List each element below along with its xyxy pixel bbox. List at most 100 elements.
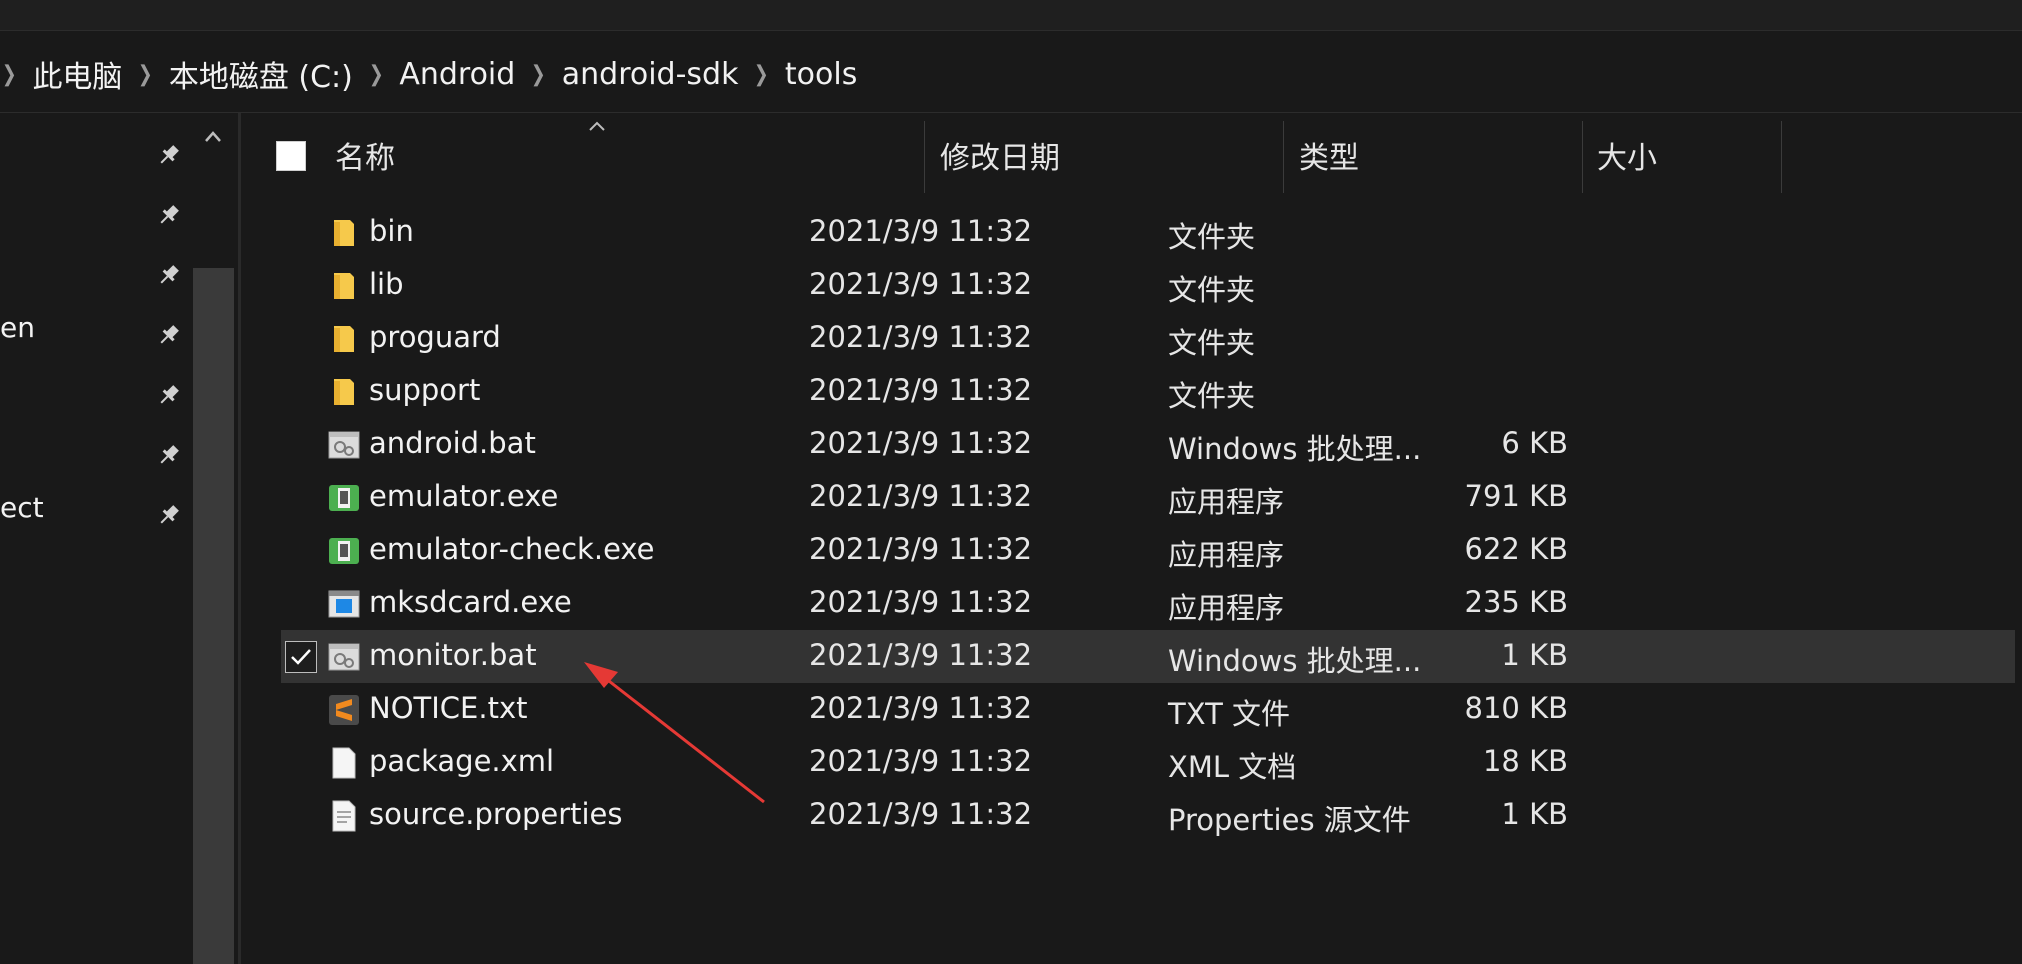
- file-name: bin: [369, 214, 414, 248]
- file-type: XML 文档: [1168, 750, 1297, 784]
- chevron-right-icon[interactable]: ❯: [138, 62, 153, 87]
- file-row[interactable]: emulator.exe 2021/3/9 11:32 应用程序 791 KB: [281, 471, 2015, 524]
- select-all-checkbox[interactable]: [276, 141, 306, 171]
- file-type: 应用程序: [1168, 485, 1285, 519]
- pin-icon[interactable]: [156, 202, 182, 228]
- file-type: 文件夹: [1168, 379, 1256, 413]
- file-modified-date: 2021/3/9 11:32: [809, 638, 1033, 672]
- breadcrumb-item-tools[interactable]: tools: [785, 57, 857, 92]
- chevron-right-icon[interactable]: ❯: [2, 62, 17, 87]
- file-name: emulator.exe: [369, 479, 559, 513]
- file-size: 18 KB: [1482, 744, 1568, 778]
- breadcrumb-item-this-pc[interactable]: 此电脑: [32, 52, 122, 96]
- folder-icon: [327, 375, 361, 409]
- file-row[interactable]: lib 2021/3/9 11:32 文件夹: [281, 259, 2015, 312]
- chevron-right-icon[interactable]: ❯: [531, 62, 546, 87]
- app-window-icon: [327, 587, 361, 621]
- breadcrumb-item-android[interactable]: Android: [399, 57, 515, 92]
- file-type: 文件夹: [1168, 326, 1256, 360]
- column-header-type[interactable]: 类型: [1299, 133, 1359, 177]
- text-file-icon: [327, 799, 361, 833]
- column-header-name[interactable]: 名称: [335, 133, 395, 177]
- pin-icon[interactable]: [156, 322, 182, 348]
- nav-item-label[interactable]: en: [0, 311, 35, 344]
- file-size: 235 KB: [1464, 585, 1568, 619]
- file-modified-date: 2021/3/9 11:32: [809, 691, 1033, 725]
- file-modified-date: 2021/3/9 11:32: [809, 267, 1033, 301]
- chevron-right-icon[interactable]: ❯: [369, 62, 384, 87]
- scroll-up-icon[interactable]: [203, 129, 223, 145]
- column-header-modified[interactable]: 修改日期: [940, 133, 1060, 177]
- file-size: 1 KB: [1501, 638, 1568, 672]
- batch-file-icon: [327, 640, 361, 674]
- file-name: support: [369, 373, 481, 407]
- file-name: lib: [369, 267, 404, 301]
- file-row[interactable]: support 2021/3/9 11:32 文件夹: [281, 365, 2015, 418]
- chevron-right-icon[interactable]: ❯: [754, 62, 769, 87]
- file-list: 名称 修改日期 类型 大小 bin 2021/3/9 11:32 文件夹 lib 202…: [241, 113, 2022, 964]
- nav-item-label[interactable]: ect: [0, 491, 44, 524]
- column-header-row: 名称 修改日期 类型 大小: [241, 113, 1782, 193]
- file-size: 6 KB: [1501, 426, 1568, 460]
- column-divider[interactable]: [924, 121, 925, 193]
- file-row[interactable]: monitor.bat 2021/3/9 11:32 Windows 批处理... 1…: [281, 630, 2015, 683]
- file-modified-date: 2021/3/9 11:32: [809, 373, 1033, 407]
- column-divider[interactable]: [1781, 121, 1782, 193]
- title-strip: [0, 0, 2022, 31]
- file-name: proguard: [369, 320, 501, 354]
- folder-icon: [327, 216, 361, 250]
- column-divider[interactable]: [1283, 121, 1284, 193]
- file-name: emulator-check.exe: [369, 532, 655, 566]
- file-modified-date: 2021/3/9 11:32: [809, 426, 1033, 460]
- file-row[interactable]: bin 2021/3/9 11:32 文件夹: [281, 206, 2015, 259]
- file-row[interactable]: android.bat 2021/3/9 11:32 Windows 批处理... 6…: [281, 418, 2015, 471]
- file-type: Windows 批处理...: [1168, 432, 1422, 466]
- file-row[interactable]: proguard 2021/3/9 11:32 文件夹: [281, 312, 2015, 365]
- breadcrumb-item-local-disk[interactable]: 本地磁盘 (C:): [169, 52, 353, 96]
- file-modified-date: 2021/3/9 11:32: [809, 797, 1033, 831]
- column-divider[interactable]: [1582, 121, 1583, 193]
- file-row[interactable]: mksdcard.exe 2021/3/9 11:32 应用程序 235 KB: [281, 577, 2015, 630]
- pin-icon[interactable]: [156, 142, 182, 168]
- file-row[interactable]: NOTICE.txt 2021/3/9 11:32 TXT 文件 810 KB: [281, 683, 2015, 736]
- breadcrumb: ❯ 此电脑 ❯ 本地磁盘 (C:) ❯ Android ❯ android-sd…: [0, 36, 858, 112]
- file-type: Properties 源文件: [1168, 803, 1411, 837]
- file-size: 622 KB: [1464, 532, 1568, 566]
- file-type: 文件夹: [1168, 220, 1256, 254]
- emulator-icon: [327, 481, 361, 515]
- file-row[interactable]: emulator-check.exe 2021/3/9 11:32 应用程序 622 …: [281, 524, 2015, 577]
- navigation-pane: en ect: [0, 113, 238, 964]
- address-bar[interactable]: ❯ 此电脑 ❯ 本地磁盘 (C:) ❯ Android ❯ android-sd…: [0, 36, 2022, 113]
- file-modified-date: 2021/3/9 11:32: [809, 532, 1033, 566]
- file-modified-date: 2021/3/9 11:32: [809, 320, 1033, 354]
- file-name: NOTICE.txt: [369, 691, 528, 725]
- folder-icon: [327, 322, 361, 356]
- file-size: 1 KB: [1501, 797, 1568, 831]
- pin-icon[interactable]: [156, 442, 182, 468]
- file-type: TXT 文件: [1168, 697, 1291, 731]
- sublime-text-icon: [327, 693, 361, 727]
- pin-icon[interactable]: [156, 262, 182, 288]
- file-name: source.properties: [369, 797, 623, 831]
- sort-ascending-icon: [589, 121, 605, 131]
- file-name: mksdcard.exe: [369, 585, 572, 619]
- file-type: 文件夹: [1168, 273, 1256, 307]
- file-name: package.xml: [369, 744, 555, 778]
- breadcrumb-item-android-sdk[interactable]: android-sdk: [562, 57, 739, 92]
- batch-file-icon: [327, 428, 361, 462]
- file-name: android.bat: [369, 426, 536, 460]
- file-row[interactable]: package.xml 2021/3/9 11:32 XML 文档 18 KB: [281, 736, 2015, 789]
- file-size: 791 KB: [1464, 479, 1568, 513]
- blank-file-icon: [327, 746, 361, 780]
- file-row[interactable]: source.properties 2021/3/9 11:32 Propertie…: [281, 789, 2015, 842]
- file-type: 应用程序: [1168, 538, 1285, 572]
- pin-icon[interactable]: [156, 382, 182, 408]
- row-checkbox[interactable]: [285, 641, 317, 673]
- checkmark-icon: [291, 649, 311, 665]
- file-modified-date: 2021/3/9 11:32: [809, 214, 1033, 248]
- column-header-size[interactable]: 大小: [1597, 133, 1657, 177]
- file-modified-date: 2021/3/9 11:32: [809, 744, 1033, 778]
- file-modified-date: 2021/3/9 11:32: [809, 585, 1033, 619]
- pin-icon[interactable]: [156, 502, 182, 528]
- nav-scrollbar[interactable]: [193, 268, 234, 964]
